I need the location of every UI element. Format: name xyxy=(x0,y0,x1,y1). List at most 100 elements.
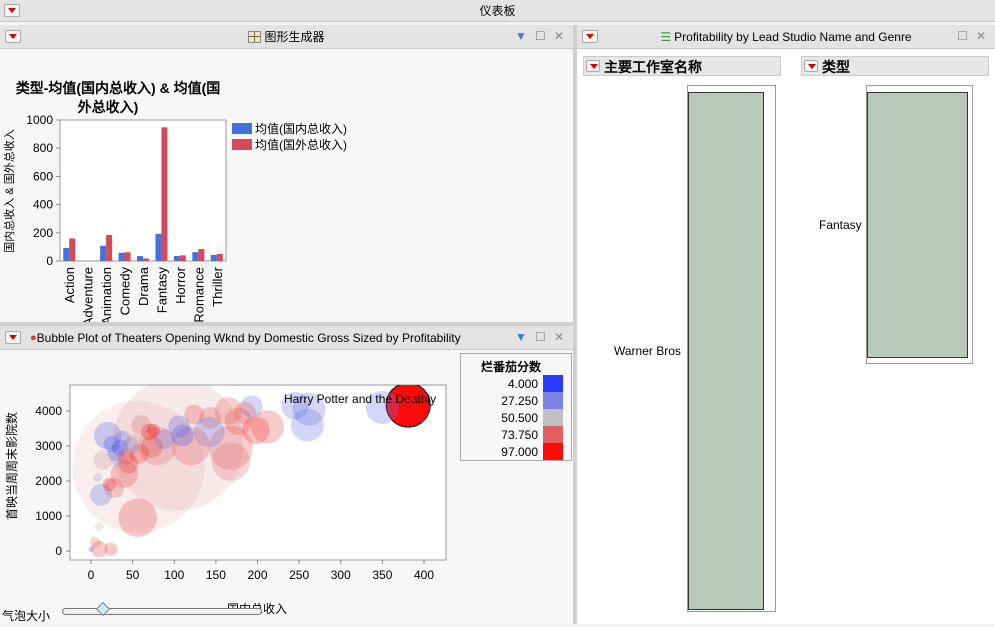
x-tick-label: 200 xyxy=(247,568,267,582)
genre-cell-frame xyxy=(866,85,973,364)
x-tick-label: Horror xyxy=(173,266,188,304)
y-tick-label: 0 xyxy=(55,544,62,558)
legend-swatch xyxy=(543,443,563,460)
legend-title: 烂番茄分数 xyxy=(480,360,541,374)
treemap-title: Profitability by Lead Studio Name and Ge… xyxy=(674,29,912,44)
x-tick-label: Action xyxy=(62,267,77,303)
bubble-point xyxy=(234,401,257,424)
bar-thriller-0 xyxy=(210,254,217,261)
color-legend: 烂番茄分数 4.000 27.250 50.500 73.750 97.000 xyxy=(460,353,572,461)
bar-animation-0 xyxy=(100,245,107,261)
bubble-plot-panel: ● Bubble Plot of Theaters Opening Wknd b… xyxy=(0,326,573,624)
bubble-point xyxy=(88,546,94,552)
legend-label: 均值(国内总收入) xyxy=(255,121,347,136)
bubble-point xyxy=(171,424,194,447)
y-tick-label: 2000 xyxy=(35,474,62,488)
x-tick-label: Drama xyxy=(136,266,151,306)
x-tick-label: 50 xyxy=(126,568,140,582)
legend-swatch xyxy=(543,392,563,409)
legend-label: 97.000 xyxy=(501,444,538,459)
bar-comedy-1 xyxy=(124,252,131,261)
x-tick-label: Comedy xyxy=(118,267,133,316)
bar-thriller-1 xyxy=(216,253,223,261)
bubble-point xyxy=(126,434,143,451)
graph-builder-menu-button[interactable] xyxy=(5,30,21,43)
genre-bar-fantasy[interactable] xyxy=(867,92,968,358)
x-tick-label: 100 xyxy=(164,568,184,582)
x-tick-label: 350 xyxy=(372,568,392,582)
bar-romance-0 xyxy=(192,252,199,261)
bubble-plot-icon: ● xyxy=(30,331,37,344)
x-tick-label: Romance xyxy=(191,267,206,322)
graph-builder-title: 图形生成器 xyxy=(264,30,325,44)
dashboard-menu-button[interactable] xyxy=(4,4,20,17)
studio-menu-button[interactable] xyxy=(586,60,600,72)
window-title: 仪表板 xyxy=(479,4,516,18)
studio-label: Warner Bros xyxy=(614,344,681,358)
bubble-point xyxy=(117,448,135,465)
studio-bar-warner-bros[interactable] xyxy=(688,92,764,610)
bubble-plot-title: Bubble Plot of Theaters Opening Wknd by … xyxy=(36,330,461,345)
x-tick-label: Thriller xyxy=(210,266,225,306)
legend-swatch xyxy=(232,123,252,134)
studio-column-label: 主要工作室名称 xyxy=(604,59,702,75)
x-tick-label: Animation xyxy=(99,267,114,322)
chart-title-line2: 外总收入) xyxy=(78,99,139,115)
x-tick-label: 150 xyxy=(206,568,226,582)
genre-column-header[interactable]: 类型 xyxy=(801,56,989,76)
y-tick-label: 600 xyxy=(33,169,53,183)
bubble-menu-button[interactable] xyxy=(5,331,21,344)
treemap-panel: ☰ Profitability by Lead Studio Name and … xyxy=(577,25,995,624)
filter-icon[interactable]: ▼ xyxy=(515,330,527,344)
maximize-icon[interactable]: ☐ xyxy=(535,330,546,344)
close-icon[interactable]: ✕ xyxy=(554,29,564,43)
bubble-point xyxy=(118,498,157,537)
bubble-label: Harry Potter and the Deathly xyxy=(284,392,436,406)
bar-fantasy-1 xyxy=(161,127,168,261)
bar-comedy-0 xyxy=(118,252,125,261)
maximize-icon[interactable]: ☐ xyxy=(535,29,546,43)
bubble-point xyxy=(93,473,103,482)
bar-romance-1 xyxy=(198,249,205,261)
treemap-menu-button[interactable] xyxy=(582,30,598,43)
legend-swatch xyxy=(543,375,563,392)
plot-area xyxy=(59,119,227,262)
close-icon[interactable]: ✕ xyxy=(976,29,986,43)
y-axis-label: 国内总收入 & 国外总收入 xyxy=(2,129,16,252)
bar-drama-0 xyxy=(137,256,143,261)
x-tick-label: 400 xyxy=(414,568,434,582)
bubble-point xyxy=(146,423,161,437)
genre-label: Fantasy xyxy=(819,218,862,232)
legend-swatch xyxy=(543,426,563,443)
legend-label: 4.000 xyxy=(507,376,538,391)
chart-title-line1: 类型-均值(国内总收入) & 均值(国 xyxy=(16,80,221,96)
bubble-point xyxy=(104,542,118,556)
y-tick-label: 3000 xyxy=(35,439,62,453)
x-tick-label: 0 xyxy=(88,568,95,582)
bar-fantasy-0 xyxy=(155,233,162,261)
studio-column-header[interactable]: 主要工作室名称 xyxy=(583,56,781,76)
bar-action-0 xyxy=(63,247,70,261)
graph-builder-icon xyxy=(248,30,262,43)
x-tick-label: Adventure xyxy=(81,267,96,322)
y-tick-label: 4000 xyxy=(35,404,62,418)
legend-item: 4.000 xyxy=(461,375,571,392)
legend-label: 均值(国外总收入) xyxy=(255,137,347,152)
y-tick-label: 1000 xyxy=(35,509,62,523)
studio-cell-frame xyxy=(687,85,776,612)
filter-icon[interactable]: ▼ xyxy=(515,29,527,43)
treemap-icon: ☰ xyxy=(660,29,672,44)
bar-drama-1 xyxy=(143,258,149,261)
y-tick-label: 0 xyxy=(46,254,53,268)
legend-item: 97.000 xyxy=(461,443,571,460)
maximize-icon[interactable]: ☐ xyxy=(957,29,968,43)
genre-menu-button[interactable] xyxy=(804,60,818,72)
bubble-point xyxy=(94,522,104,531)
bubble-size-slider[interactable] xyxy=(62,601,262,617)
x-tick-label: Fantasy xyxy=(154,267,169,314)
graph-builder-panel: 图形生成器 ▼ ☐ ✕ 类型-均值(国内总收入) & 均值(国外总收入) 0 200… xyxy=(0,25,573,343)
bar-animation-1 xyxy=(106,234,113,261)
bar-chart: 类型-均值(国内总收入) & 均值(国外总收入) 0 200 400 600 800 100… xyxy=(2,80,347,343)
y-tick-label: 200 xyxy=(33,226,53,240)
close-icon[interactable]: ✕ xyxy=(554,330,564,344)
